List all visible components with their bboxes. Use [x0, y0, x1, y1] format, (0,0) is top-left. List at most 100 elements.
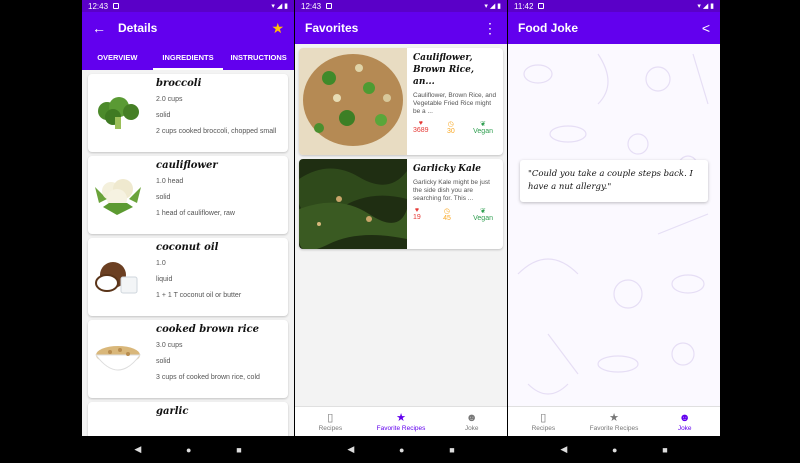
vegan-label: Vegan — [473, 128, 493, 135]
star-icon: ★ — [609, 411, 619, 424]
ingredient-card[interactable]: coconut oil 1.0 liquid 1 + 1 T coconut o… — [88, 238, 288, 316]
ingredient-name: broccoli — [156, 78, 202, 89]
notification-icon — [113, 3, 120, 9]
ingredient-name: garlic — [156, 406, 189, 417]
more-vert-icon[interactable]: ⋮ — [483, 20, 497, 37]
fried-rice-image — [299, 48, 407, 155]
kale-image — [299, 159, 407, 249]
tab-ingredients[interactable]: INGREDIENTS — [152, 44, 224, 70]
ingredient-consistency: solid — [156, 194, 171, 201]
ingredients-list: broccoli 2.0 cups solid 2 cups cooked br… — [82, 70, 294, 436]
time-stat: ◷ 30 — [447, 120, 455, 135]
favorite-description: Garlicky Kale might be just the side dis… — [413, 179, 490, 202]
heart-icon: ♥ — [418, 120, 423, 127]
arrow-left-icon[interactable]: ← — [92, 20, 106, 36]
ingredient-consistency: solid — [156, 358, 171, 365]
coconut-oil-image — [88, 238, 148, 316]
home-nav-icon[interactable]: ● — [186, 445, 191, 455]
nav-joke[interactable]: ☻ Joke — [436, 407, 507, 436]
likes-count: 3689 — [413, 127, 429, 134]
garlic-image — [88, 402, 148, 436]
tab-overview[interactable]: OVERVIEW — [82, 44, 153, 70]
minutes-count: 30 — [446, 128, 455, 135]
bottom-nav: ▯ Recipes ★ Favorite Recipes ☻ Joke — [295, 406, 507, 436]
star-icon: ★ — [396, 411, 406, 424]
status-bar: 12:43 ▾ ◢ ▮ — [82, 0, 294, 12]
vegan-stat: ❦ Vegan — [473, 207, 493, 222]
ingredient-card[interactable]: garlic — [88, 402, 288, 436]
system-nav: ◀ ● ■ — [295, 436, 507, 463]
status-icons: ▾ ◢ ▮ — [697, 3, 714, 10]
ingredient-consistency: solid — [156, 112, 171, 119]
details-screen: 12:43 ▾ ◢ ▮ ← Details ★ OVERVIEW INGREDI… — [82, 0, 294, 463]
vegan-stat: ❦ Vegan — [473, 120, 493, 135]
favorite-stats: ♥ 19 ◷ 45 ❦ Vegan — [413, 207, 497, 222]
status-bar: 12:43 ▾ ◢ ▮ — [295, 0, 507, 12]
app-bar: Favorites ⋮ — [295, 12, 507, 44]
ingredient-card[interactable]: broccoli 2.0 cups solid 2 cups cooked br… — [88, 74, 288, 152]
system-nav: ◀ ● ■ — [82, 436, 294, 463]
nav-label: Joke — [464, 424, 479, 432]
status-time: 11:42 — [514, 1, 534, 11]
star-icon[interactable]: ★ — [271, 20, 284, 37]
favorite-title: Garlicky Kale — [413, 164, 481, 174]
ingredient-name: cooked brown rice — [156, 324, 260, 335]
smiley-icon: ☻ — [678, 411, 691, 424]
page-title: Favorites — [305, 21, 359, 35]
joke-text: "Could you take a couple steps back. I h… — [528, 169, 693, 192]
status-time: 12:43 — [301, 1, 322, 11]
book-icon: ▯ — [327, 411, 334, 424]
ingredient-original: 1 head of cauliflower, raw — [156, 210, 235, 217]
recents-nav-icon[interactable]: ■ — [449, 445, 454, 455]
food-joke-screen: 11:42 ▾ ◢ ▮ Food Joke < "Could you take … — [508, 0, 720, 463]
heart-icon: ♥ — [414, 207, 419, 214]
joke-card: "Could you take a couple steps back. I h… — [520, 160, 708, 202]
brown-rice-image — [88, 320, 148, 398]
status-bar: 11:42 ▾ ◢ ▮ — [508, 0, 720, 12]
nav-label: Favorite Recipes — [589, 424, 639, 432]
ingredient-amount: 2.0 cups — [156, 96, 183, 103]
nav-label: Recipes — [531, 424, 556, 432]
favorite-description: Cauliflower, Brown Rice, and Vegetable F… — [413, 92, 497, 115]
nav-favorite-recipes[interactable]: ★ Favorite Recipes — [579, 407, 650, 436]
home-nav-icon[interactable]: ● — [612, 445, 617, 455]
ingredient-card[interactable]: cooked brown rice 3.0 cups solid 3 cups … — [88, 320, 288, 398]
likes-stat: ♥ 19 — [413, 207, 421, 222]
nav-favorite-recipes[interactable]: ★ Favorite Recipes — [366, 407, 437, 436]
tab-instructions[interactable]: INSTRUCTIONS — [223, 44, 294, 70]
status-icons: ▾ ◢ ▮ — [484, 3, 501, 10]
ingredient-original: 2 cups cooked broccoli, chopped small — [156, 128, 277, 135]
likes-count: 19 — [413, 214, 421, 221]
recents-nav-icon[interactable]: ■ — [662, 445, 667, 455]
clock-icon: ◷ — [447, 121, 454, 128]
back-nav-icon[interactable]: ◀ — [134, 444, 141, 455]
favorite-card[interactable]: Cauliflower, Brown Rice, an... Cauliflow… — [299, 48, 503, 155]
share-icon[interactable]: < — [702, 20, 710, 36]
nav-recipes[interactable]: ▯ Recipes — [295, 407, 366, 436]
time-stat: ◷ 45 — [443, 207, 451, 222]
book-icon: ▯ — [540, 411, 547, 424]
page-title: Food Joke — [518, 21, 579, 35]
nav-label: Recipes — [318, 424, 343, 432]
ingredient-amount: 3.0 cups — [156, 342, 183, 349]
ingredient-name: cauliflower — [156, 160, 218, 171]
clock-icon: ◷ — [443, 208, 451, 215]
back-nav-icon[interactable]: ◀ — [347, 444, 354, 455]
ingredient-consistency: liquid — [156, 276, 173, 283]
favorite-stats: ♥ 3689 ◷ 30 ❦ Vegan — [413, 120, 497, 135]
leaf-icon: ❦ — [480, 208, 486, 215]
status-time: 12:43 — [88, 1, 109, 11]
vegan-label: Vegan — [473, 215, 493, 222]
nav-recipes[interactable]: ▯ Recipes — [508, 407, 579, 436]
page-title: Details — [118, 21, 158, 35]
recents-nav-icon[interactable]: ■ — [236, 445, 241, 455]
home-nav-icon[interactable]: ● — [399, 445, 404, 455]
back-nav-icon[interactable]: ◀ — [560, 444, 567, 455]
status-icons: ▾ ◢ ▮ — [271, 3, 288, 10]
ingredient-card[interactable]: cauliflower 1.0 head solid 1 head of cau… — [88, 156, 288, 234]
favorite-card[interactable]: Garlicky Kale Garlicky Kale might be jus… — [299, 159, 503, 249]
favorite-title: Cauliflower, Brown Rice, an... — [413, 53, 475, 87]
broccoli-image — [88, 74, 148, 152]
nav-joke[interactable]: ☻ Joke — [649, 407, 720, 436]
ingredient-amount: 1.0 head — [156, 178, 184, 185]
